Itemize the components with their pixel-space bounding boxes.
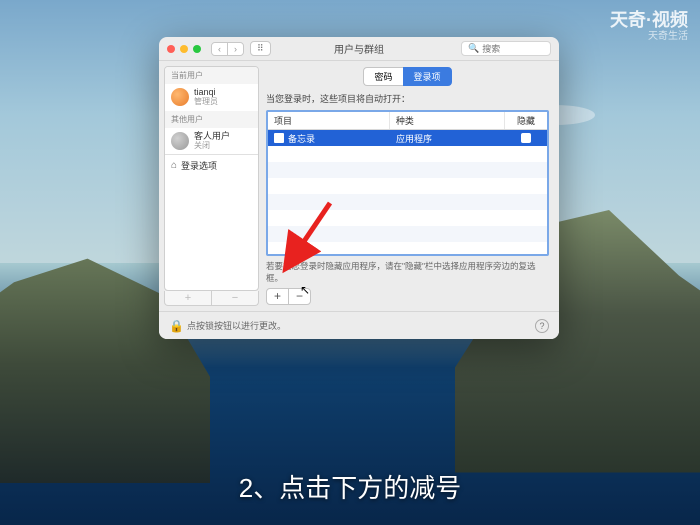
user-item-current[interactable]: tianqi 管理员 bbox=[165, 84, 258, 111]
main-panel: 密码 登录项 当您登录时，这些项目将自动打开： 项目 种类 隐藏 备忘录 应用程… bbox=[264, 61, 559, 311]
item-kind: 应用程序 bbox=[390, 132, 505, 145]
table-header: 项目 种类 隐藏 bbox=[268, 112, 547, 130]
section-header-other: 其他用户 bbox=[165, 111, 258, 128]
col-item[interactable]: 项目 bbox=[268, 112, 390, 129]
titlebar: ‹ › ⠿ 用户与群组 🔍 bbox=[159, 37, 559, 61]
nav-buttons: ‹ › bbox=[211, 42, 244, 56]
table-row bbox=[268, 194, 547, 210]
sidebar-add-remove: + − bbox=[164, 291, 259, 306]
help-button[interactable]: ? bbox=[535, 319, 549, 333]
search-input[interactable] bbox=[482, 44, 544, 54]
avatar bbox=[171, 132, 189, 150]
section-header-current: 当前用户 bbox=[165, 67, 258, 84]
avatar bbox=[171, 88, 189, 106]
table-row bbox=[268, 226, 547, 242]
sidebar: 当前用户 tianqi 管理员 其他用户 客人用户 关闭 bbox=[159, 61, 264, 311]
login-items-table: 项目 种类 隐藏 备忘录 应用程序 bbox=[266, 110, 549, 256]
home-icon: ⌂ bbox=[171, 160, 177, 171]
app-icon bbox=[274, 133, 284, 143]
user-role: 关闭 bbox=[194, 142, 230, 151]
tab-login-items[interactable]: 登录项 bbox=[403, 67, 452, 86]
tab-password[interactable]: 密码 bbox=[363, 67, 402, 86]
lock-text: 点按锁按钮以进行更改。 bbox=[187, 319, 286, 332]
maximize-button[interactable] bbox=[193, 45, 201, 53]
login-options-label: 登录选项 bbox=[181, 159, 217, 172]
tabs: 密码 登录项 bbox=[266, 67, 549, 86]
minimize-button[interactable] bbox=[180, 45, 188, 53]
search-field[interactable]: 🔍 bbox=[461, 41, 551, 56]
search-icon: 🔍 bbox=[468, 43, 479, 54]
hint-text: 若要在您登录时隐藏应用程序，请在"隐藏"栏中选择应用程序旁边的复选框。 bbox=[266, 260, 549, 284]
table-row[interactable]: 备忘录 应用程序 bbox=[268, 130, 547, 146]
item-name: 备忘录 bbox=[288, 132, 315, 145]
forward-button[interactable]: › bbox=[228, 43, 243, 55]
system-prefs-window: ‹ › ⠿ 用户与群组 🔍 当前用户 tianqi 管理员 其他用户 bbox=[159, 37, 559, 339]
video-caption: 2、点击下方的减号 bbox=[239, 468, 461, 505]
panel-description: 当您登录时，这些项目将自动打开： bbox=[266, 92, 549, 105]
footer: 🔒 点按锁按钮以进行更改。 ? bbox=[159, 311, 559, 339]
user-role: 管理员 bbox=[194, 98, 218, 107]
login-options[interactable]: ⌂ 登录选项 bbox=[165, 154, 258, 176]
user-item-guest[interactable]: 客人用户 关闭 bbox=[165, 128, 258, 155]
close-button[interactable] bbox=[167, 45, 175, 53]
table-row bbox=[268, 146, 547, 162]
show-all-button[interactable]: ⠿ bbox=[250, 41, 271, 56]
user-list: 当前用户 tianqi 管理员 其他用户 客人用户 关闭 bbox=[164, 66, 259, 291]
add-item-button[interactable]: + bbox=[267, 289, 289, 304]
hide-checkbox[interactable] bbox=[521, 133, 531, 143]
col-kind[interactable]: 种类 bbox=[390, 112, 505, 129]
window-title: 用户与群组 bbox=[334, 41, 384, 56]
back-button[interactable]: ‹ bbox=[212, 43, 228, 55]
cursor-icon: ↖ bbox=[300, 283, 310, 297]
traffic-lights bbox=[167, 45, 201, 53]
lock-icon[interactable]: 🔒 bbox=[169, 319, 181, 333]
col-hide[interactable]: 隐藏 bbox=[505, 112, 547, 129]
table-row bbox=[268, 178, 547, 194]
table-row bbox=[268, 162, 547, 178]
add-user-button[interactable]: + bbox=[165, 291, 212, 305]
table-row bbox=[268, 210, 547, 226]
watermark-sub: 天奇生活 bbox=[648, 27, 688, 42]
remove-user-button[interactable]: − bbox=[212, 291, 258, 305]
